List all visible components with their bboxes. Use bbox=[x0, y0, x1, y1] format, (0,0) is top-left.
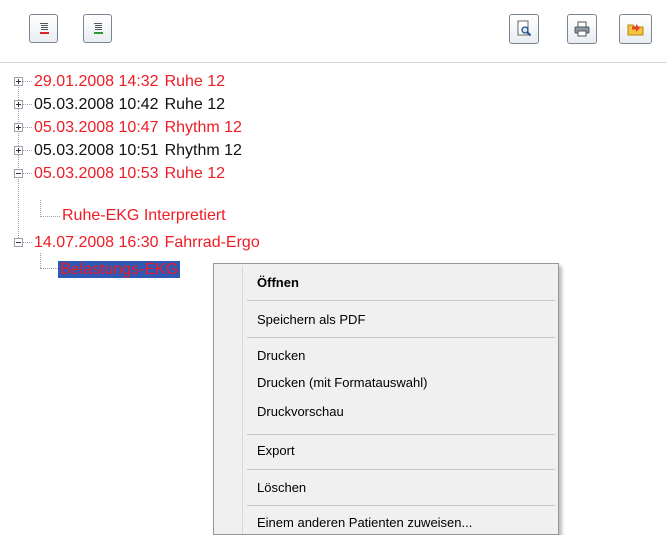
collapse-all-button[interactable] bbox=[29, 14, 58, 43]
node-label: Rhythm 12 bbox=[164, 142, 242, 159]
node-date: 05.03.2008 10:47 bbox=[34, 119, 159, 136]
magnifier-page-icon bbox=[515, 20, 533, 38]
expand-toggle-icon[interactable] bbox=[14, 146, 23, 155]
node-label: Ruhe 12 bbox=[164, 165, 226, 182]
tree-node[interactable]: 29.01.2008 14:32 Ruhe 12 bbox=[34, 71, 225, 93]
tree-node[interactable]: 05.03.2008 10:51 Rhythm 12 bbox=[34, 140, 242, 162]
menu-item-print-preview[interactable]: Druckvorschau bbox=[257, 400, 344, 424]
node-label: Ruhe-EKG Interpretiert bbox=[62, 207, 226, 224]
expand-toggle-icon[interactable] bbox=[14, 77, 23, 86]
collapse-toggle-icon[interactable] bbox=[14, 238, 23, 247]
node-label: Ruhe 12 bbox=[164, 96, 226, 113]
menu-item-delete[interactable]: Löschen bbox=[257, 476, 306, 500]
menu-item-export[interactable]: Export bbox=[257, 439, 295, 463]
menu-item-print-format[interactable]: Drucken (mit Formatauswahl) bbox=[257, 371, 428, 395]
node-date: 29.01.2008 14:32 bbox=[34, 73, 159, 90]
print-button[interactable] bbox=[567, 14, 597, 44]
node-label: Belastungs-EKG bbox=[58, 261, 181, 278]
menu-item-print[interactable]: Drucken bbox=[257, 344, 305, 368]
expand-toggle-icon[interactable] bbox=[14, 123, 23, 132]
print-preview-button[interactable] bbox=[509, 14, 539, 44]
node-date: 05.03.2008 10:51 bbox=[34, 142, 159, 159]
menu-item-save-pdf[interactable]: Speichern als PDF bbox=[257, 308, 365, 332]
node-date: 05.03.2008 10:53 bbox=[34, 165, 159, 182]
tree-child-node[interactable]: Ruhe-EKG Interpretiert bbox=[62, 205, 226, 227]
menu-item-open[interactable]: Öffnen bbox=[257, 271, 299, 295]
menu-item-assign-patient[interactable]: Einem anderen Patienten zuweisen... bbox=[257, 511, 472, 535]
tree-node[interactable]: 05.03.2008 10:42 Ruhe 12 bbox=[34, 94, 225, 116]
folder-arrow-icon bbox=[627, 20, 645, 38]
tree-node[interactable]: 05.03.2008 10:47 Rhythm 12 bbox=[34, 117, 242, 139]
collapse-list-red-icon bbox=[37, 22, 51, 36]
node-label: Rhythm 12 bbox=[164, 119, 242, 136]
collapse-toggle-icon[interactable] bbox=[14, 169, 23, 178]
expand-toggle-icon[interactable] bbox=[14, 100, 23, 109]
tree-node[interactable]: 05.03.2008 10:53 Ruhe 12 bbox=[34, 163, 225, 185]
expand-list-green-icon bbox=[91, 22, 105, 36]
expand-all-button[interactable] bbox=[83, 14, 112, 43]
tree-node[interactable]: 14.07.2008 16:30 Fahrrad-Ergo bbox=[34, 232, 260, 254]
printer-icon bbox=[573, 20, 591, 38]
node-date: 14.07.2008 16:30 bbox=[34, 234, 159, 251]
toolbar bbox=[0, 0, 666, 63]
node-label: Ruhe 12 bbox=[164, 73, 226, 90]
context-menu: Öffnen Speichern als PDF Drucken Drucken… bbox=[213, 263, 559, 535]
export-button[interactable] bbox=[619, 14, 652, 44]
node-label: Fahrrad-Ergo bbox=[164, 234, 260, 251]
node-date: 05.03.2008 10:42 bbox=[34, 96, 159, 113]
tree-child-node-selected[interactable]: Belastungs-EKG bbox=[58, 259, 181, 281]
